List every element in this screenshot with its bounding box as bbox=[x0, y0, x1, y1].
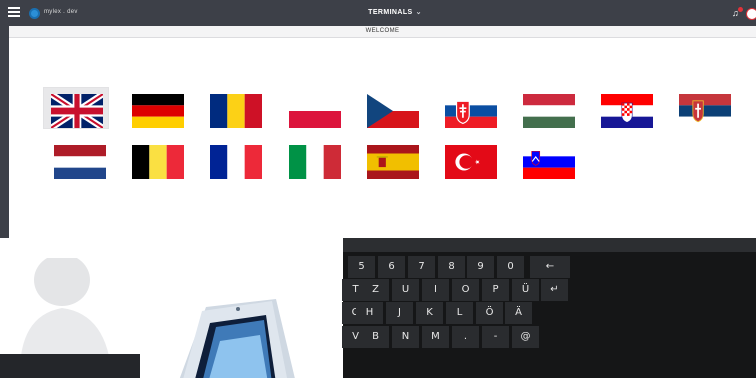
key-row1-4[interactable]: 9 bbox=[467, 256, 494, 278]
chevron-down-icon: ⌄ bbox=[415, 9, 422, 16]
key-row4-6[interactable]: @ bbox=[512, 326, 539, 348]
key-row3-6[interactable]: Ä bbox=[505, 302, 532, 324]
key-row2-6[interactable]: Ü bbox=[512, 279, 539, 301]
flag-france-icon bbox=[210, 145, 262, 179]
terminal-app-window: mylex . dev TERMINALS ⌄ ♫ WELCOME bbox=[0, 0, 756, 238]
key-row1-0[interactable]: 5 bbox=[348, 256, 375, 278]
welcome-bar: WELCOME bbox=[9, 26, 756, 38]
top-bar: mylex . dev TERMINALS ⌄ ♫ bbox=[0, 0, 756, 26]
flag-france[interactable] bbox=[202, 138, 268, 180]
flag-poland[interactable] bbox=[281, 87, 347, 129]
key-row3-1[interactable]: H bbox=[356, 302, 383, 324]
sidebar bbox=[0, 26, 9, 238]
flag-germany[interactable] bbox=[124, 87, 190, 129]
flag-romania[interactable] bbox=[202, 87, 268, 129]
brand-logo-icon bbox=[29, 8, 40, 19]
page-title: TERMINALS bbox=[368, 9, 413, 16]
keyboard-top-strip bbox=[343, 238, 756, 252]
notification-badge bbox=[738, 7, 743, 12]
key-row3-4[interactable]: L bbox=[446, 302, 473, 324]
menu-icon[interactable] bbox=[8, 7, 20, 17]
key-row1-1[interactable]: 6 bbox=[378, 256, 405, 278]
key-row2-5[interactable]: P bbox=[482, 279, 509, 301]
welcome-label: WELCOME bbox=[365, 28, 400, 34]
flag-poland-icon bbox=[289, 94, 341, 128]
flag-czech-republic[interactable] bbox=[359, 87, 425, 129]
flag-serbia-icon bbox=[679, 94, 731, 128]
flag-germany-icon bbox=[132, 94, 184, 128]
flag-slovakia[interactable] bbox=[437, 87, 503, 129]
flag-slovakia-icon bbox=[445, 94, 497, 128]
key-row4-5[interactable]: - bbox=[482, 326, 509, 348]
key-row3-2[interactable]: J bbox=[386, 302, 413, 324]
flag-croatia-icon bbox=[601, 94, 653, 128]
flag-italy-icon bbox=[289, 145, 341, 179]
key-row1-2[interactable]: 7 bbox=[408, 256, 435, 278]
key-row4-4[interactable]: . bbox=[452, 326, 479, 348]
flag-turkey[interactable] bbox=[437, 138, 503, 180]
key-row4-3[interactable]: M bbox=[422, 326, 449, 348]
flag-serbia[interactable] bbox=[671, 87, 737, 129]
kiosk-terminal-icon bbox=[179, 299, 295, 378]
key-row1-3[interactable]: 8 bbox=[438, 256, 465, 278]
flag-netherlands-icon bbox=[54, 145, 106, 179]
keyboard-bottom-bar bbox=[0, 354, 140, 378]
flag-czech-republic-icon bbox=[367, 94, 419, 128]
key-row2-2[interactable]: U bbox=[392, 279, 419, 301]
flag-belgium[interactable] bbox=[124, 138, 190, 180]
flag-netherlands[interactable] bbox=[46, 138, 112, 180]
brand-name: mylex . dev bbox=[44, 9, 78, 15]
flag-slovenia-icon bbox=[523, 145, 575, 179]
avatar[interactable] bbox=[746, 8, 756, 20]
flag-italy[interactable] bbox=[281, 138, 347, 180]
key-row2-4[interactable]: O bbox=[452, 279, 479, 301]
flag-slovenia[interactable] bbox=[515, 138, 581, 180]
flag-united-kingdom-icon bbox=[51, 94, 103, 128]
key-row3-5[interactable]: Ö bbox=[476, 302, 503, 324]
key-row3-3[interactable]: K bbox=[416, 302, 443, 324]
key-row1-6[interactable]: ← bbox=[530, 256, 570, 278]
key-row2-7[interactable]: ↵ bbox=[541, 279, 568, 301]
flag-croatia[interactable] bbox=[593, 87, 659, 129]
flag-romania-icon bbox=[210, 94, 262, 128]
flag-spain-icon bbox=[367, 145, 419, 179]
page-title-dropdown[interactable]: TERMINALS ⌄ bbox=[350, 8, 440, 16]
key-row1-5[interactable]: 0 bbox=[497, 256, 524, 278]
flag-spain[interactable] bbox=[359, 138, 425, 180]
flag-turkey-icon bbox=[445, 145, 497, 179]
key-row4-2[interactable]: N bbox=[392, 326, 419, 348]
key-row2-3[interactable]: I bbox=[422, 279, 449, 301]
flag-united-kingdom[interactable] bbox=[43, 87, 109, 129]
flag-belgium-icon bbox=[132, 145, 184, 179]
flag-hungary-icon bbox=[523, 94, 575, 128]
key-row2-1[interactable]: Z bbox=[362, 279, 389, 301]
flag-hungary[interactable] bbox=[515, 87, 581, 129]
key-row4-1[interactable]: B bbox=[362, 326, 389, 348]
